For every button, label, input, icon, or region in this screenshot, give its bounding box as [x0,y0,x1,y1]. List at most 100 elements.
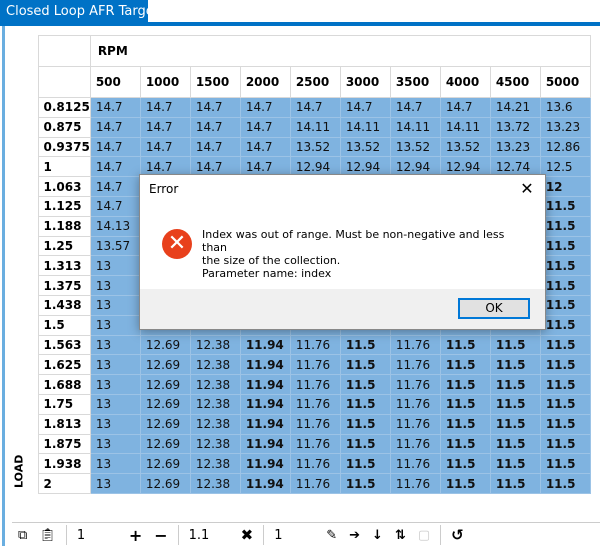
load-header[interactable]: 1.688 [37,374,91,395]
column-header[interactable]: 500 [89,66,141,98]
table-cell[interactable]: 13 [89,413,141,435]
column-header[interactable]: 1000 [139,66,191,98]
column-header[interactable]: 1500 [189,66,241,98]
table-cell[interactable]: 11.5 [539,314,591,336]
column-header[interactable]: 2500 [289,66,341,98]
load-header[interactable]: 0.875 [37,116,91,138]
load-header[interactable]: 1.313 [37,255,91,277]
table-cell[interactable]: 12.69 [139,413,191,435]
table-cell[interactable]: 11.5 [489,433,541,455]
tab-closed-loop-afr-target-2[interactable]: Closed Loop AFR Target 2 [0,0,171,26]
load-header[interactable]: 1.625 [37,354,91,376]
table-cell[interactable]: 11.94 [239,393,291,415]
table-cell[interactable]: 11.5 [489,413,541,435]
table-cell[interactable]: 12.69 [139,473,191,494]
table-cell[interactable]: 14.7 [139,97,191,118]
pencil-icon[interactable]: ✎ [320,523,343,547]
table-cell[interactable]: 14.7 [89,176,141,197]
table-cell[interactable]: 14.7 [89,156,141,178]
table-cell[interactable]: 14.7 [439,97,491,118]
table-cell[interactable]: 12.69 [139,334,191,356]
table-cell[interactable]: 11.5 [539,453,591,475]
table-cell[interactable]: 11.5 [339,393,391,415]
add-value-input[interactable]: 1 [71,523,123,547]
column-header[interactable]: 2000 [239,66,291,98]
table-cell[interactable]: 11.5 [539,195,591,217]
table-cell[interactable]: 14.7 [139,136,191,158]
table-cell[interactable]: 11.5 [339,433,391,455]
table-cell[interactable]: 12 [539,176,591,197]
undo-icon[interactable]: ↺ [445,523,470,547]
table-cell[interactable]: 11.76 [289,393,341,415]
table-cell[interactable]: 11.5 [539,275,591,296]
column-header[interactable]: 3500 [389,66,441,98]
table-cell[interactable]: 11.5 [339,473,391,494]
load-header[interactable]: 1.875 [37,433,91,455]
table-cell[interactable]: 12.38 [189,473,241,494]
plus-icon[interactable]: + [123,523,148,547]
table-cell[interactable]: 11.5 [439,393,491,415]
paste-icon[interactable]: 📋︎ [33,523,62,547]
table-cell[interactable]: 13 [89,393,141,415]
table-cell[interactable]: 12.69 [139,354,191,376]
table-cell[interactable]: 13 [89,374,141,395]
table-cell[interactable]: 14.11 [389,116,441,138]
set-value-input[interactable]: 1 [268,523,320,547]
table-cell[interactable]: 11.5 [339,334,391,356]
table-cell[interactable]: 11.5 [539,374,591,395]
load-header[interactable]: 1.438 [37,294,91,316]
copy-icon[interactable]: ⧉ [12,523,33,547]
table-cell[interactable]: 14.7 [189,97,241,118]
table-cell[interactable]: 11.76 [289,354,341,376]
table-cell[interactable]: 13 [89,453,141,475]
load-header[interactable]: 1.5 [37,314,91,336]
table-cell[interactable]: 14.7 [239,136,291,158]
table-cell[interactable]: 11.5 [339,413,391,435]
blank-icon[interactable]: ▢ [412,523,436,547]
table-cell[interactable]: 14.7 [189,136,241,158]
table-cell[interactable]: 13 [89,275,141,296]
table-cell[interactable]: 12.38 [189,334,241,356]
table-cell[interactable]: 13.52 [289,136,341,158]
table-cell[interactable]: 13.52 [389,136,441,158]
table-cell[interactable]: 11.94 [239,473,291,494]
table-cell[interactable]: 14.7 [89,136,141,158]
table-cell[interactable]: 11.5 [439,334,491,356]
table-cell[interactable]: 12.38 [189,374,241,395]
table-cell[interactable]: 11.5 [489,334,541,356]
table-cell[interactable]: 11.5 [539,255,591,277]
table-cell[interactable]: 13 [89,433,141,455]
table-cell[interactable]: 11.5 [339,453,391,475]
table-cell[interactable]: 12.38 [189,393,241,415]
swap-icon[interactable]: ⇅ [389,523,412,547]
table-cell[interactable]: 13 [89,473,141,494]
table-cell[interactable]: 13.23 [489,136,541,158]
load-header[interactable]: 1.938 [37,453,91,475]
table-cell[interactable]: 13.6 [539,97,591,118]
table-cell[interactable]: 11.5 [439,354,491,376]
table-cell[interactable]: 11.5 [489,453,541,475]
table-cell[interactable]: 11.94 [239,334,291,356]
table-cell[interactable]: 11.76 [289,374,341,395]
multiply-value-input[interactable]: 1.1 [183,523,235,547]
table-cell[interactable]: 11.5 [439,413,491,435]
table-cell[interactable]: 14.11 [439,116,491,138]
table-cell[interactable]: 12.86 [539,136,591,158]
table-cell[interactable]: 11.5 [539,294,591,316]
table-cell[interactable]: 11.5 [439,374,491,395]
table-cell[interactable]: 14.7 [289,97,341,118]
table-cell[interactable]: 11.5 [439,473,491,494]
table-cell[interactable]: 13.57 [89,235,141,257]
table-cell[interactable]: 14.7 [139,116,191,138]
table-cell[interactable]: 14.21 [489,97,541,118]
table-cell[interactable]: 11.76 [389,374,441,395]
load-header[interactable]: 0.9375 [37,136,91,158]
table-cell[interactable]: 11.5 [539,473,591,494]
table-cell[interactable]: 11.76 [389,453,441,475]
table-cell[interactable]: 14.11 [289,116,341,138]
table-cell[interactable]: 13.72 [489,116,541,138]
table-cell[interactable]: 14.13 [89,215,141,237]
column-header[interactable]: 5000 [539,66,591,98]
table-cell[interactable]: 14.7 [189,116,241,138]
table-cell[interactable]: 11.5 [539,393,591,415]
